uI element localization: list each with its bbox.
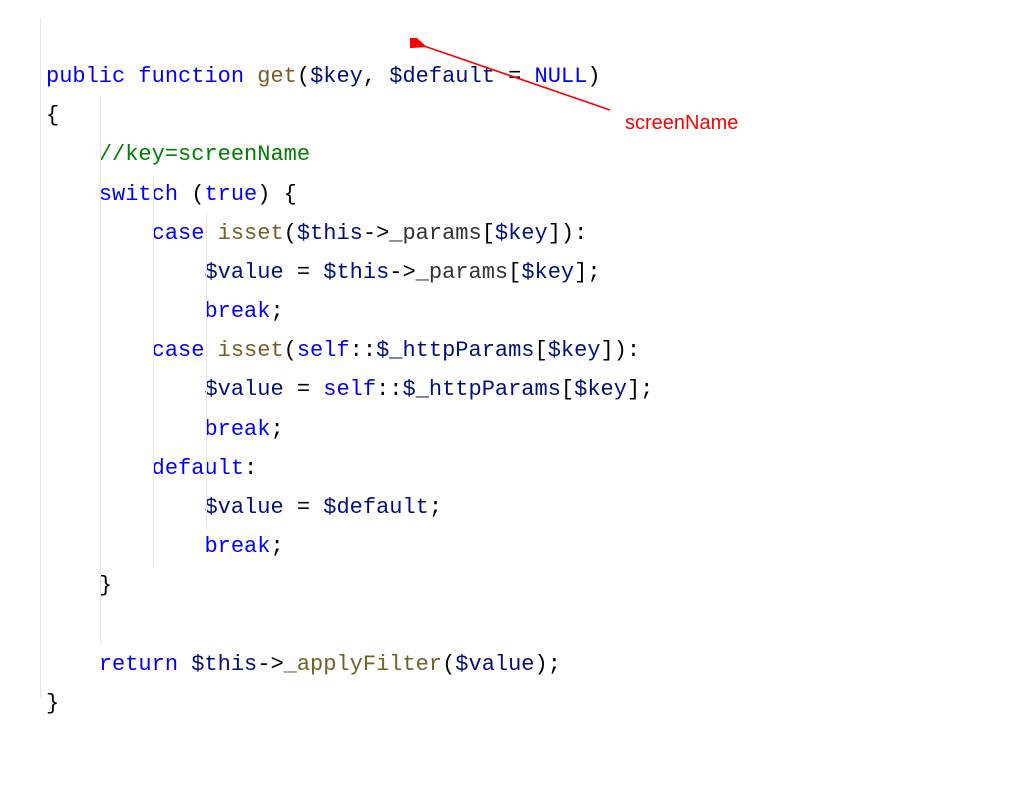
comment: //key=screenName <box>99 142 310 167</box>
gutter <box>0 18 46 762</box>
paren-close: ); <box>535 652 561 677</box>
kw-function: function <box>138 64 244 89</box>
var-value: $value <box>204 260 283 285</box>
line: default: <box>46 456 257 481</box>
paren: ( <box>284 221 297 246</box>
var-default: $default <box>389 64 495 89</box>
semi: ; <box>270 417 283 442</box>
var-key: $key <box>495 221 548 246</box>
colon: : <box>244 456 257 481</box>
semi: ; <box>270 534 283 559</box>
bracket: [ <box>508 260 521 285</box>
line: } <box>46 691 59 716</box>
var-this: $this <box>297 221 363 246</box>
kw-default: default <box>152 456 244 481</box>
fn-isset: isset <box>218 338 284 363</box>
line <box>46 612 59 637</box>
bracket-close: ]): <box>548 221 588 246</box>
line: { <box>46 103 59 128</box>
kw-switch: switch <box>99 182 178 207</box>
paren-open: ( <box>297 64 310 89</box>
kw-return: return <box>99 652 178 677</box>
annotation-label: screenName <box>625 106 738 142</box>
semi: ; <box>429 495 442 520</box>
comma: , <box>363 64 389 89</box>
code-block: public function get($key, $default = NUL… <box>0 18 1011 762</box>
line: case isset($this->_params[$key]): <box>46 221 587 246</box>
var-value: $value <box>204 377 283 402</box>
line: break; <box>46 299 284 324</box>
arrow: -> <box>363 221 389 246</box>
fn-isset: isset <box>218 221 284 246</box>
var-default: $default <box>323 495 429 520</box>
paren: ( <box>442 652 455 677</box>
line: break; <box>46 417 284 442</box>
var-value: $value <box>204 495 283 520</box>
bracket: [ <box>561 377 574 402</box>
line: } <box>46 573 112 598</box>
line: switch (true) { <box>46 182 297 207</box>
paren: ( <box>284 338 297 363</box>
kw-case: case <box>152 221 205 246</box>
kw-public: public <box>46 64 125 89</box>
kw-null: NULL <box>535 64 588 89</box>
line: $value = self::$_httpParams[$key]; <box>46 377 653 402</box>
scope: :: <box>376 377 402 402</box>
brace-close: } <box>46 691 59 716</box>
var-key: $key <box>548 338 601 363</box>
brace-open: { <box>46 103 59 128</box>
scope: :: <box>350 338 376 363</box>
bracket: [ <box>482 221 495 246</box>
var-http: $_httpParams <box>376 338 534 363</box>
var-value: $value <box>455 652 534 677</box>
bracket-close: ]; <box>627 377 653 402</box>
assign: = <box>495 64 535 89</box>
bracket: [ <box>535 338 548 363</box>
arrow: -> <box>257 652 283 677</box>
line: case isset(self::$_httpParams[$key]): <box>46 338 640 363</box>
line: //key=screenName <box>46 142 310 167</box>
var-http: $_httpParams <box>402 377 560 402</box>
paren-brace: ) { <box>257 182 297 207</box>
kw-true: true <box>204 182 257 207</box>
var-this: $this <box>323 260 389 285</box>
fn-apply: _applyFilter <box>284 652 442 677</box>
var-key: $key <box>521 260 574 285</box>
kw-break: break <box>204 417 270 442</box>
code-lines: public function get($key, $default = NUL… <box>46 18 653 762</box>
kw-break: break <box>204 299 270 324</box>
paren-close: ) <box>587 64 600 89</box>
kw-break: break <box>204 534 270 559</box>
member-params: _params <box>416 260 508 285</box>
kw-self: self <box>323 377 376 402</box>
kw-self: self <box>297 338 350 363</box>
assign: = <box>284 260 324 285</box>
fn-name: get <box>257 64 297 89</box>
semi: ; <box>270 299 283 324</box>
line: $value = $this->_params[$key]; <box>46 260 601 285</box>
arrow: -> <box>389 260 415 285</box>
assign: = <box>284 377 324 402</box>
var-key: $key <box>574 377 627 402</box>
assign: = <box>284 495 324 520</box>
paren: ( <box>178 182 204 207</box>
line: break; <box>46 534 284 559</box>
var-key: $key <box>310 64 363 89</box>
line: $value = $default; <box>46 495 442 520</box>
kw-case: case <box>152 338 205 363</box>
bracket-close: ]): <box>601 338 641 363</box>
line: public function get($key, $default = NUL… <box>46 64 601 89</box>
line: return $this->_applyFilter($value); <box>46 652 561 677</box>
member-params: _params <box>389 221 481 246</box>
var-this: $this <box>178 652 257 677</box>
bracket-close: ]; <box>574 260 600 285</box>
